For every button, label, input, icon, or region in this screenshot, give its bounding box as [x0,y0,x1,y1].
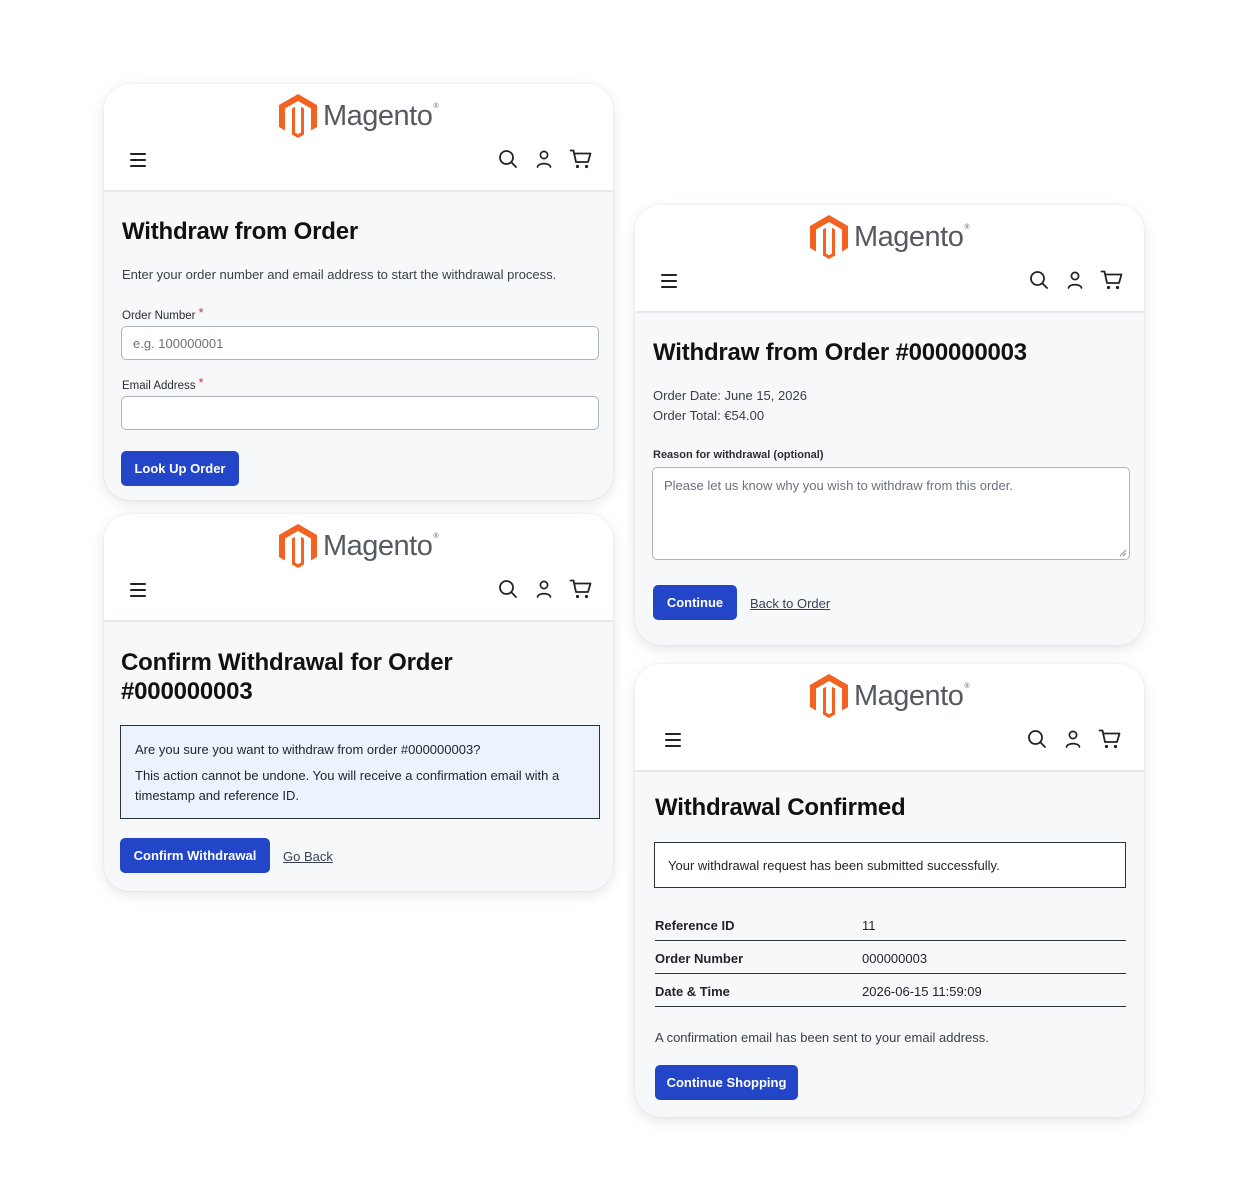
site-header: Magento® [635,205,1144,313]
search-icon[interactable] [497,148,519,170]
magento-logo[interactable]: Magento® [635,215,1144,259]
reason-label: Reason for withdrawal (optional) [653,449,824,461]
magento-logo-icon [278,524,317,568]
menu-icon[interactable] [665,733,681,747]
brand-mark: ® [433,532,439,540]
account-icon[interactable] [533,148,555,170]
page-title: Withdrawal Confirmed [655,794,906,821]
order-number-input[interactable]: e.g. 100000001 [121,326,599,360]
site-header: Magento® [635,664,1144,772]
magento-logo[interactable]: Magento® [104,524,613,568]
magento-logo-icon [809,215,848,259]
order-total: Order Total: €54.00 [653,408,765,423]
row-value: 2026-06-15 11:59:09 [862,984,982,999]
account-icon[interactable] [533,578,555,600]
site-header: Magento® [104,514,613,622]
magento-logo-icon [278,94,317,138]
cart-icon[interactable] [569,578,592,600]
intro-text: Enter your order number and email addres… [122,267,557,282]
look-up-order-button[interactable]: Look Up Order [121,451,239,486]
menu-icon[interactable] [130,153,146,167]
cart-icon[interactable] [569,148,592,170]
order-date: Order Date: June 15, 2026 [653,388,807,403]
search-icon[interactable] [497,578,519,600]
brand-mark: ® [964,223,970,231]
reason-textarea[interactable]: Please let us know why you wish to withd… [652,467,1130,560]
required-mark: * [198,375,204,390]
search-icon[interactable] [1028,269,1050,291]
confirm-question: Are you sure you want to withdraw from o… [135,742,481,757]
email-note: A confirmation email has been sent to yo… [655,1030,989,1045]
continue-shopping-button[interactable]: Continue Shopping [655,1065,798,1100]
page-title: Withdraw from Order [122,218,359,245]
brand-name: Magento [322,529,433,562]
reason-card: Magento® Withdraw from Order #000000003 … [635,205,1144,645]
order-number-label: Order Number * [122,305,204,322]
brand-mark: ® [964,682,970,690]
row-value: 11 [862,918,876,933]
table-row: Order Number 000000003 [655,941,1126,974]
brand-name: Magento [853,679,964,712]
page-title: Confirm Withdrawal for Order #000000003 [121,648,453,706]
page-title-line-1: Confirm Withdrawal for Order [121,649,453,676]
confirm-withdrawal-button[interactable]: Confirm Withdrawal [120,838,270,873]
resize-handle-icon[interactable] [1119,549,1127,557]
success-card: Magento® Withdrawal Confirmed Your withd… [635,664,1144,1117]
required-mark: * [198,305,204,320]
magento-logo[interactable]: Magento® [104,94,613,138]
row-value: 000000003 [862,951,928,966]
back-to-order-link[interactable]: Back to Order [750,596,830,611]
row-key: Date & Time [655,984,730,999]
menu-icon[interactable] [661,274,677,288]
menu-icon[interactable] [130,583,146,597]
cart-icon[interactable] [1100,269,1123,291]
continue-button[interactable]: Continue [653,585,737,620]
brand-name: Magento [322,99,433,132]
brand-name: Magento [853,220,964,253]
brand-mark: ® [433,102,439,110]
site-header: Magento® [104,84,613,192]
email-input[interactable] [121,396,599,430]
confirm-card: Magento® Confirm Withdrawal for Order #00… [104,514,613,891]
email-label: Email Address * [122,375,204,392]
page-title: Withdraw from Order #000000003 [653,339,1027,366]
confirm-notice: Are you sure you want to withdraw from o… [120,725,600,819]
confirm-warning: This action cannot be undone. You will r… [135,768,560,803]
lookup-card: Magento® Withdraw from Order Enter your … [104,84,613,500]
account-icon[interactable] [1062,728,1084,750]
row-key: Reference ID [655,918,735,933]
reason-placeholder: Please let us know why you wish to withd… [664,478,1013,493]
table-row: Date & Time 2026-06-15 11:59:09 [655,974,1126,1007]
row-key: Order Number [655,951,744,966]
cart-icon[interactable] [1098,728,1121,750]
go-back-link[interactable]: Go Back [283,849,333,864]
table-row: Reference ID 11 [655,908,1126,941]
magento-logo-icon [809,674,848,718]
success-message: Your withdrawal request has been submitt… [654,842,1126,888]
page-title-line-2: #000000003 [121,678,253,705]
order-number-placeholder: e.g. 100000001 [133,335,224,351]
account-icon[interactable] [1064,269,1086,291]
search-icon[interactable] [1026,728,1048,750]
magento-logo[interactable]: Magento® [635,674,1144,718]
